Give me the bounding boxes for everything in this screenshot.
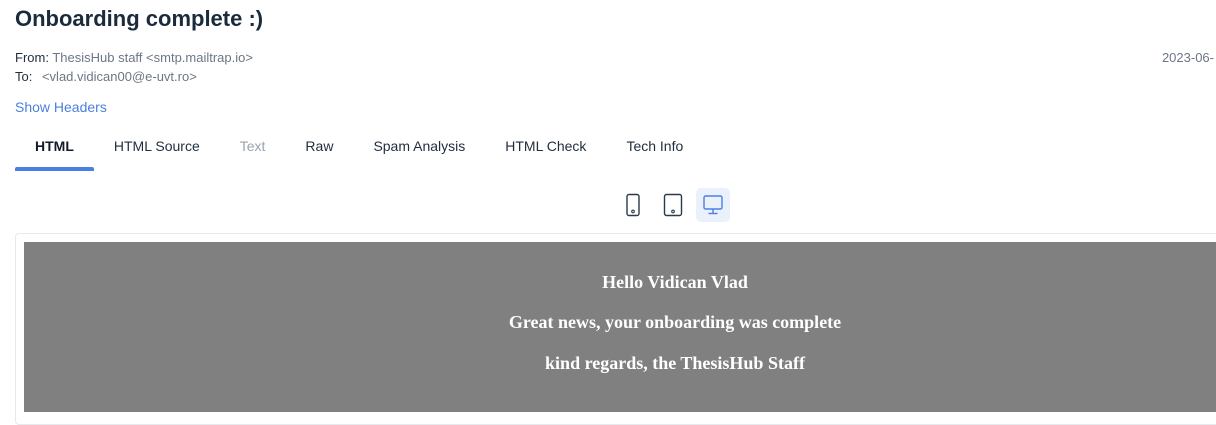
device-toggle (616, 188, 730, 222)
show-headers-link[interactable]: Show Headers (15, 99, 107, 115)
tab-raw[interactable]: Raw (285, 129, 353, 171)
from-label: From: (15, 50, 49, 65)
email-body: Hello Vidican Vlad Great news, your onbo… (24, 242, 1216, 412)
tab-text[interactable]: Text (220, 129, 286, 171)
tablet-view-button[interactable] (656, 188, 690, 222)
desktop-icon (703, 195, 723, 215)
to-label: To: (15, 69, 33, 84)
message-subject: Onboarding complete :) (15, 6, 264, 31)
message-date: 2023-06- (1161, 50, 1214, 65)
to-value: <vlad.vidican00@e-uvt.ro> (41, 69, 197, 84)
message-text: Great news, your onboarding was complete (508, 312, 842, 332)
tab-spam-analysis[interactable]: Spam Analysis (353, 129, 485, 171)
view-tabs: HTML HTML Source Text Raw Spam Analysis … (15, 129, 703, 171)
phone-icon (626, 193, 640, 217)
greeting-text: Hello Vidican Vlad (602, 272, 748, 292)
from-row: From: ThesisHub staff <smtp.mailtrap.io> (15, 50, 253, 65)
tab-tech-info[interactable]: Tech Info (606, 129, 703, 171)
tab-html-check[interactable]: HTML Check (485, 129, 606, 171)
mobile-view-button[interactable] (616, 188, 650, 222)
from-value: ThesisHub staff <smtp.mailtrap.io> (52, 50, 253, 65)
signature-text: kind regards, the ThesisHub Staff (545, 353, 805, 373)
tab-html[interactable]: HTML (15, 129, 94, 171)
tablet-icon (663, 193, 683, 217)
desktop-view-button[interactable] (696, 188, 730, 222)
to-row: To: <vlad.vidican00@e-uvt.ro> (15, 69, 197, 84)
tab-html-source[interactable]: HTML Source (94, 129, 220, 171)
